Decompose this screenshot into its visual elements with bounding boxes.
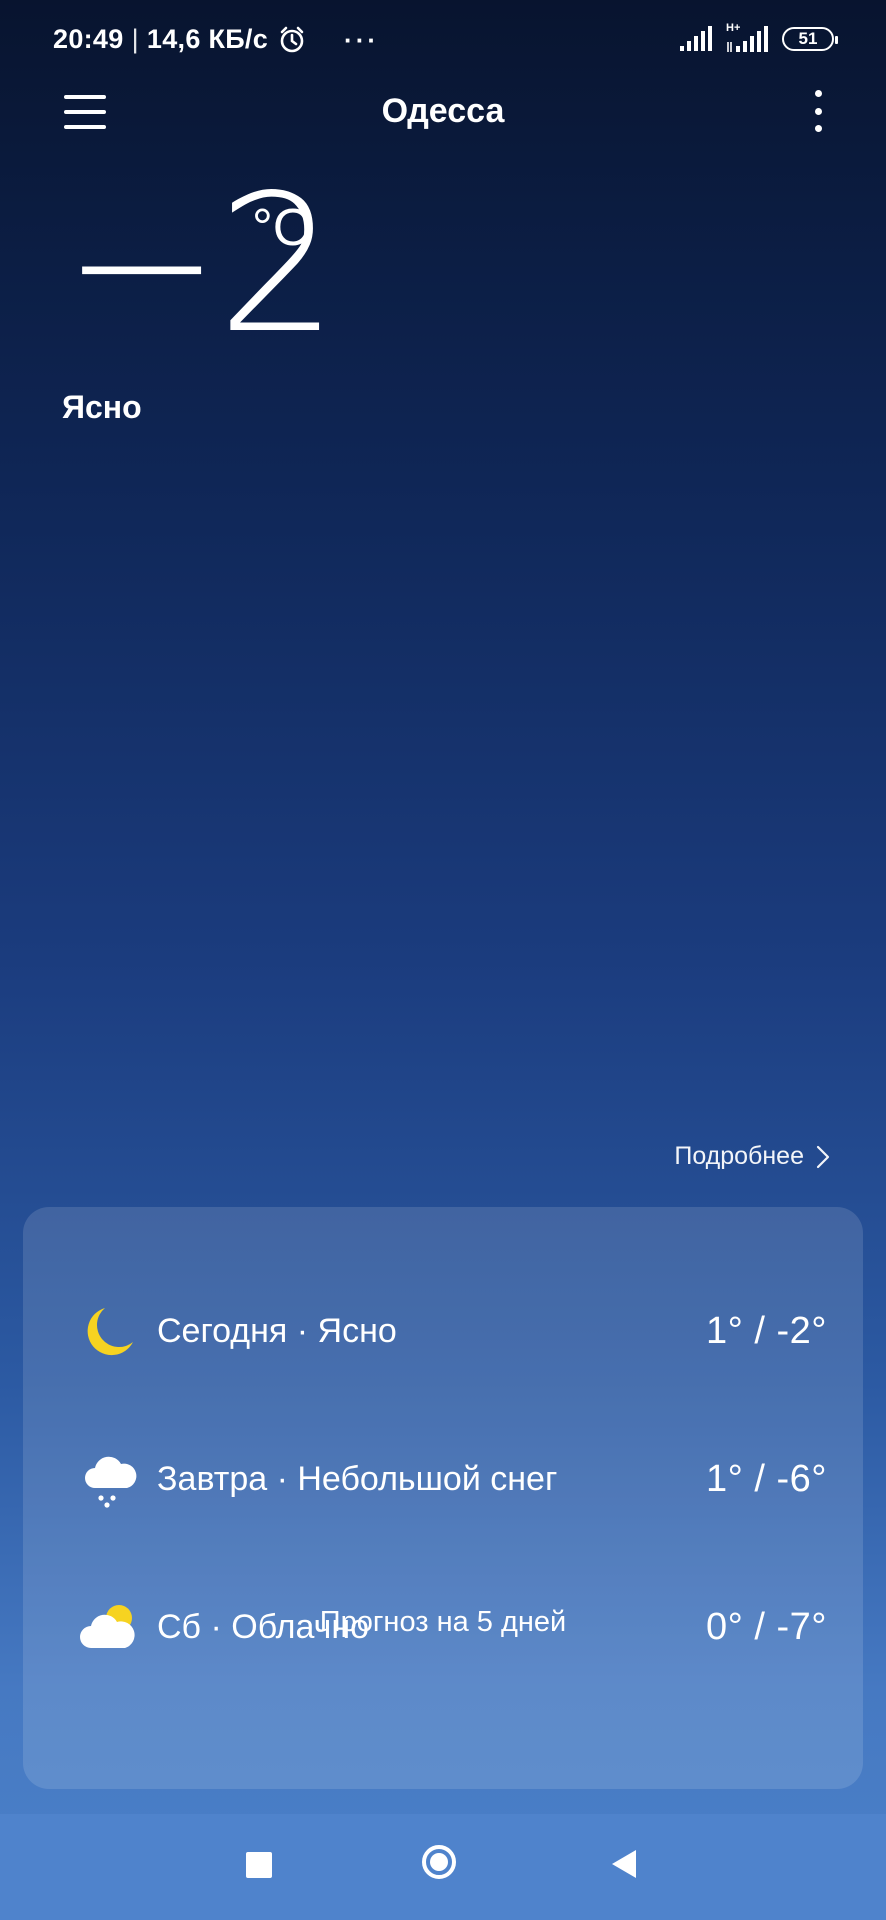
forecast-card: Сегодня · Ясно 1° / -2° Завтра · Небольш…	[23, 1207, 863, 1789]
forecast-label: Сегодня · Ясно	[157, 1312, 397, 1350]
mobile-data-indicator: H+	[726, 22, 768, 54]
home-button[interactable]	[422, 1845, 456, 1879]
clock: 20:49	[53, 24, 124, 54]
current-temperature: −2 °C	[62, 170, 338, 360]
status-bar: 20:49 | 14,6 КБ/с ··· H+ 51	[0, 0, 886, 84]
back-button[interactable]	[610, 1848, 638, 1880]
forecast-row-tomorrow[interactable]: Завтра · Небольшой снег 1° / -6°	[23, 1440, 863, 1520]
alarm-icon	[280, 26, 304, 52]
forecast-row-today[interactable]: Сегодня · Ясно 1° / -2°	[23, 1292, 863, 1372]
moon-icon	[79, 1302, 139, 1362]
city-title[interactable]: Одесса	[0, 92, 886, 131]
battery-level: 51	[798, 29, 818, 48]
forecast-range: 1° / -6°	[706, 1458, 827, 1500]
status-separator: |	[131, 24, 139, 54]
dot	[814, 125, 822, 132]
status-left: 20:49 | 14,6 КБ/с ···	[53, 24, 379, 55]
more-options-button[interactable]	[808, 90, 828, 132]
five-day-forecast-link[interactable]: Прогноз на 5 дней	[23, 1606, 863, 1639]
temperature-unit: °C	[252, 199, 311, 257]
details-link[interactable]: Подробнее	[674, 1142, 830, 1171]
dot	[814, 90, 822, 97]
temperature-value: −2	[62, 154, 338, 375]
light-snow-icon	[79, 1450, 139, 1510]
current-condition: Ясно	[62, 389, 142, 425]
dot	[814, 107, 822, 115]
recent-apps-button[interactable]	[246, 1852, 272, 1878]
battery-indicator: 51	[782, 27, 838, 51]
more-notifications-icon: ···	[344, 24, 380, 55]
chevron-right-icon	[816, 1145, 830, 1168]
details-label: Подробнее	[674, 1142, 804, 1170]
forecast-range: 1° / -2°	[706, 1310, 827, 1352]
network-type-label: H+	[726, 22, 741, 34]
navigation-bar	[0, 1814, 886, 1920]
forecast-label: Завтра · Небольшой снег	[157, 1460, 558, 1498]
status-right: H+ 51	[678, 22, 838, 54]
network-speed: 14,6 КБ/с	[146, 24, 269, 54]
signal-strength-icon	[680, 26, 712, 51]
